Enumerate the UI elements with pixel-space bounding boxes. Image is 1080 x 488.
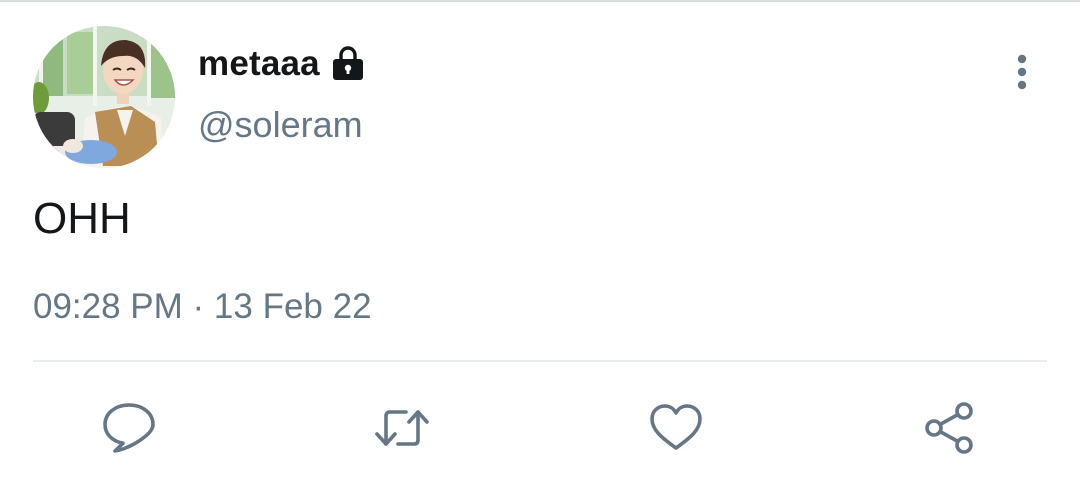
tweet-text: OHH — [33, 194, 131, 243]
display-name-row: metaaa — [198, 42, 367, 86]
user-handle[interactable]: @soleram — [198, 104, 363, 146]
more-vertical-icon — [1017, 54, 1027, 90]
heart-icon — [650, 404, 702, 450]
share-button[interactable] — [922, 400, 978, 456]
avatar[interactable] — [33, 26, 175, 168]
retweet-icon — [375, 410, 429, 446]
like-button[interactable] — [648, 400, 704, 456]
share-icon — [925, 402, 973, 454]
lock-icon — [329, 45, 367, 83]
more-options-button[interactable] — [1002, 50, 1042, 94]
tweet-detail: metaaa @soleram OHH 09:28 PM · 13 Feb 22 — [0, 0, 1080, 488]
retweet-button[interactable] — [374, 400, 430, 456]
tweet-timestamp: 09:28 PM · 13 Feb 22 — [33, 287, 372, 326]
reply-button[interactable] — [101, 400, 157, 456]
reply-icon — [103, 403, 155, 453]
divider — [33, 360, 1047, 362]
display-name[interactable]: metaaa — [198, 44, 320, 84]
